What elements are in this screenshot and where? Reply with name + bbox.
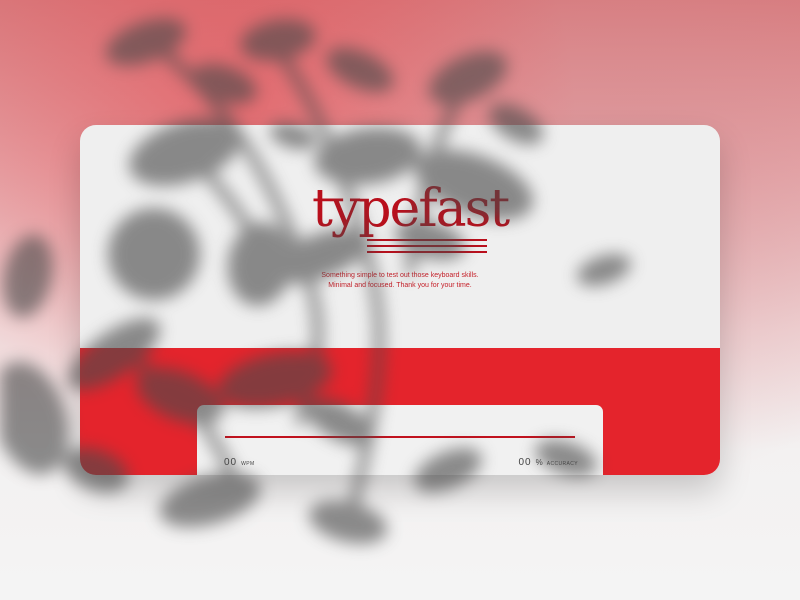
app-logo-text: typefast [312,179,510,239]
tagline-line-1: Something simple to test out those keybo… [321,272,479,279]
accuracy-label: ACCURACY [546,461,578,467]
typing-input-line[interactable] [225,436,575,438]
typing-panel: 00 WPM 00 % ACCURACY [197,405,603,475]
wpm-value: 00 [224,457,238,468]
wpm-label: WPM [241,461,255,467]
logo: typefast [312,179,510,257]
tagline: Something simple to test out those keybo… [278,271,522,291]
tagline-line-2: Minimal and focused. Thank you for your … [328,282,472,290]
accuracy-stat: 00 % ACCURACY [518,457,578,468]
logo-line [367,245,487,247]
main-card: typefast Something simple to test out th… [80,125,720,475]
accuracy-percent: % [535,458,543,467]
logo-line [367,239,487,241]
accuracy-value: 00 [518,457,532,468]
logo-line [367,251,487,253]
wpm-stat: 00 WPM [224,457,255,468]
logo-underline-lines [367,239,487,257]
